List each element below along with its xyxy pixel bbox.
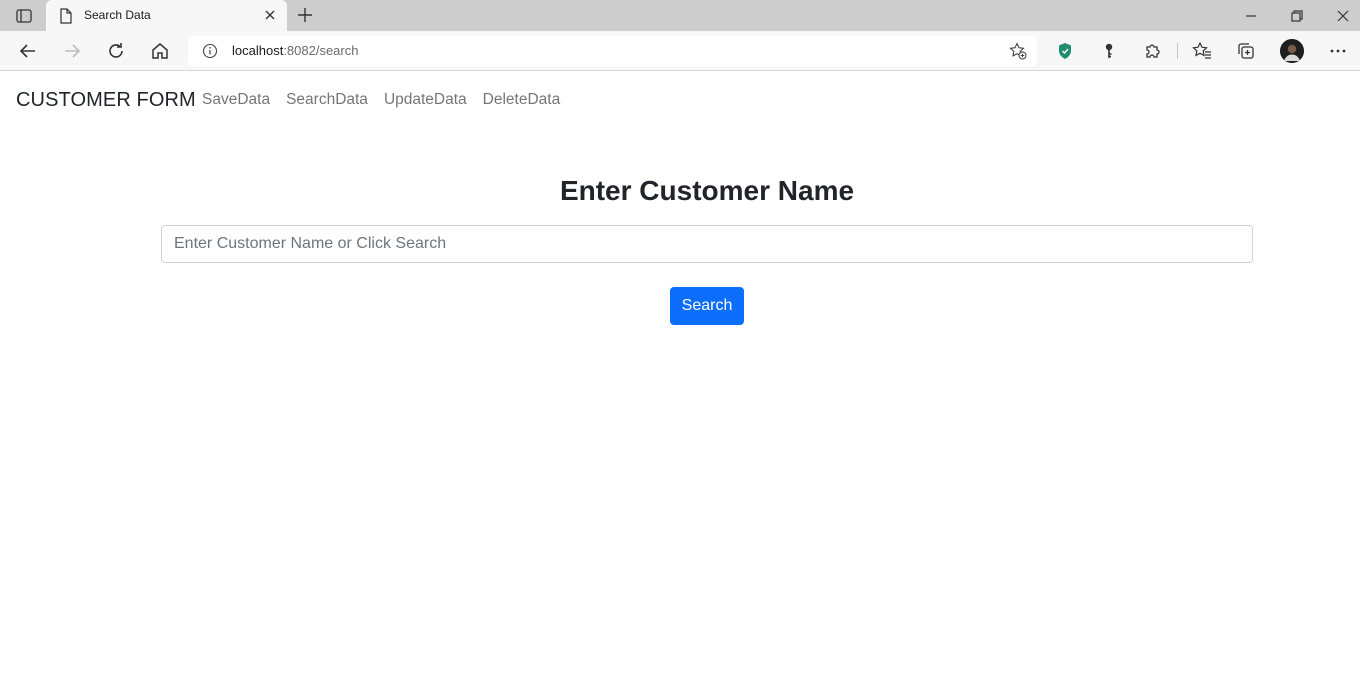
url-host: localhost xyxy=(232,43,284,58)
key-icon[interactable] xyxy=(1099,41,1119,61)
puzzle-icon[interactable] xyxy=(1143,41,1163,61)
forward-arrow-icon[interactable] xyxy=(62,41,82,61)
shield-icon[interactable] xyxy=(1055,41,1075,61)
nav-links: SaveData SearchData UpdateData DeleteDat… xyxy=(194,91,568,109)
back-arrow-icon[interactable] xyxy=(18,41,38,61)
search-button[interactable]: Search xyxy=(670,287,744,325)
tab-actions-icon[interactable] xyxy=(10,5,38,27)
collections-icon[interactable] xyxy=(1236,41,1256,61)
url-text: localhost:8082/search xyxy=(232,43,358,58)
favorites-icon[interactable] xyxy=(1192,41,1212,61)
page-icon xyxy=(59,8,73,24)
minimize-icon[interactable] xyxy=(1243,8,1259,24)
window-close-icon[interactable] xyxy=(1335,8,1351,24)
browser-tab-active[interactable]: Search Data xyxy=(46,0,287,31)
refresh-icon[interactable] xyxy=(106,41,126,61)
nav-link-savedata[interactable]: SaveData xyxy=(194,91,278,109)
page-title: Enter Customer Name xyxy=(559,175,855,206)
navbar: CUSTOMER FORM SaveData SearchData Update… xyxy=(0,71,1360,129)
search-input[interactable] xyxy=(161,225,1253,263)
tab-title: Search Data xyxy=(84,8,151,22)
info-icon[interactable] xyxy=(202,43,218,59)
nav-link-deletedata[interactable]: DeleteData xyxy=(475,91,569,109)
add-favorite-icon[interactable] xyxy=(1009,42,1027,60)
url-path: :8082/search xyxy=(283,43,359,58)
nav-link-updatedata[interactable]: UpdateData xyxy=(376,91,475,109)
plus-icon[interactable] xyxy=(296,6,314,24)
navbar-brand[interactable]: CUSTOMER FORM xyxy=(16,89,196,112)
browser-tab-strip: Search Data xyxy=(0,0,1360,31)
home-icon[interactable] xyxy=(150,41,170,61)
nav-link-searchdata[interactable]: SearchData xyxy=(278,91,376,109)
close-icon[interactable] xyxy=(263,8,277,22)
address-bar[interactable]: localhost:8082/search xyxy=(188,36,1037,66)
avatar[interactable] xyxy=(1280,39,1304,63)
toolbar-separator xyxy=(1177,43,1178,59)
more-icon[interactable] xyxy=(1328,41,1348,61)
browser-toolbar: localhost:8082/search xyxy=(0,31,1360,71)
restore-icon[interactable] xyxy=(1289,8,1305,24)
